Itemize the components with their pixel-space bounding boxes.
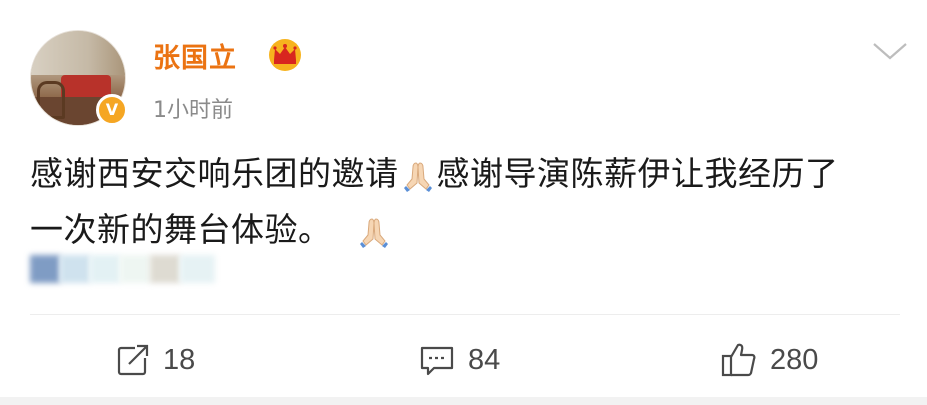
post-text-line2: 一次新的舞台体验。	[30, 210, 332, 249]
crown-icon[interactable]	[265, 38, 305, 72]
author-name[interactable]: 张国立	[153, 36, 237, 75]
comment-count: 84	[468, 343, 501, 376]
post-actions-bar: 18 84 280	[0, 330, 927, 390]
post-text-part2: 感谢导演陈薪伊让我经历了	[436, 154, 839, 193]
author-avatar[interactable]: V	[30, 30, 130, 130]
repost-button[interactable]: 18	[115, 330, 195, 390]
share-icon	[117, 344, 149, 376]
repost-count: 18	[163, 343, 196, 376]
like-count: 280	[770, 343, 819, 376]
comment-icon	[420, 346, 454, 376]
comment-button[interactable]: 84	[418, 330, 500, 390]
post-text-part1: 感谢西安交响乐团的邀请	[30, 154, 399, 193]
divider	[30, 314, 900, 315]
bottom-separator	[0, 397, 927, 405]
post-content: 感谢西安交响乐团的邀请 感谢导演陈薪伊让我经历了 一次新的舞台体验。	[30, 146, 900, 258]
blurred-link-preview[interactable]	[30, 255, 215, 283]
chevron-down-icon[interactable]	[870, 40, 910, 64]
weibo-post-card: V 张国立 1小时前 感谢西安交响乐团的邀请 感谢导演陈薪伊让我经历了 一次新的…	[0, 0, 927, 405]
folded-hands-emoji-icon	[403, 161, 432, 192]
folded-hands-emoji-icon	[359, 217, 388, 248]
verified-badge-icon: V	[96, 94, 128, 126]
post-timestamp: 1小时前	[153, 98, 233, 123]
like-button[interactable]: 280	[720, 330, 818, 390]
thumbs-up-icon	[721, 343, 756, 377]
